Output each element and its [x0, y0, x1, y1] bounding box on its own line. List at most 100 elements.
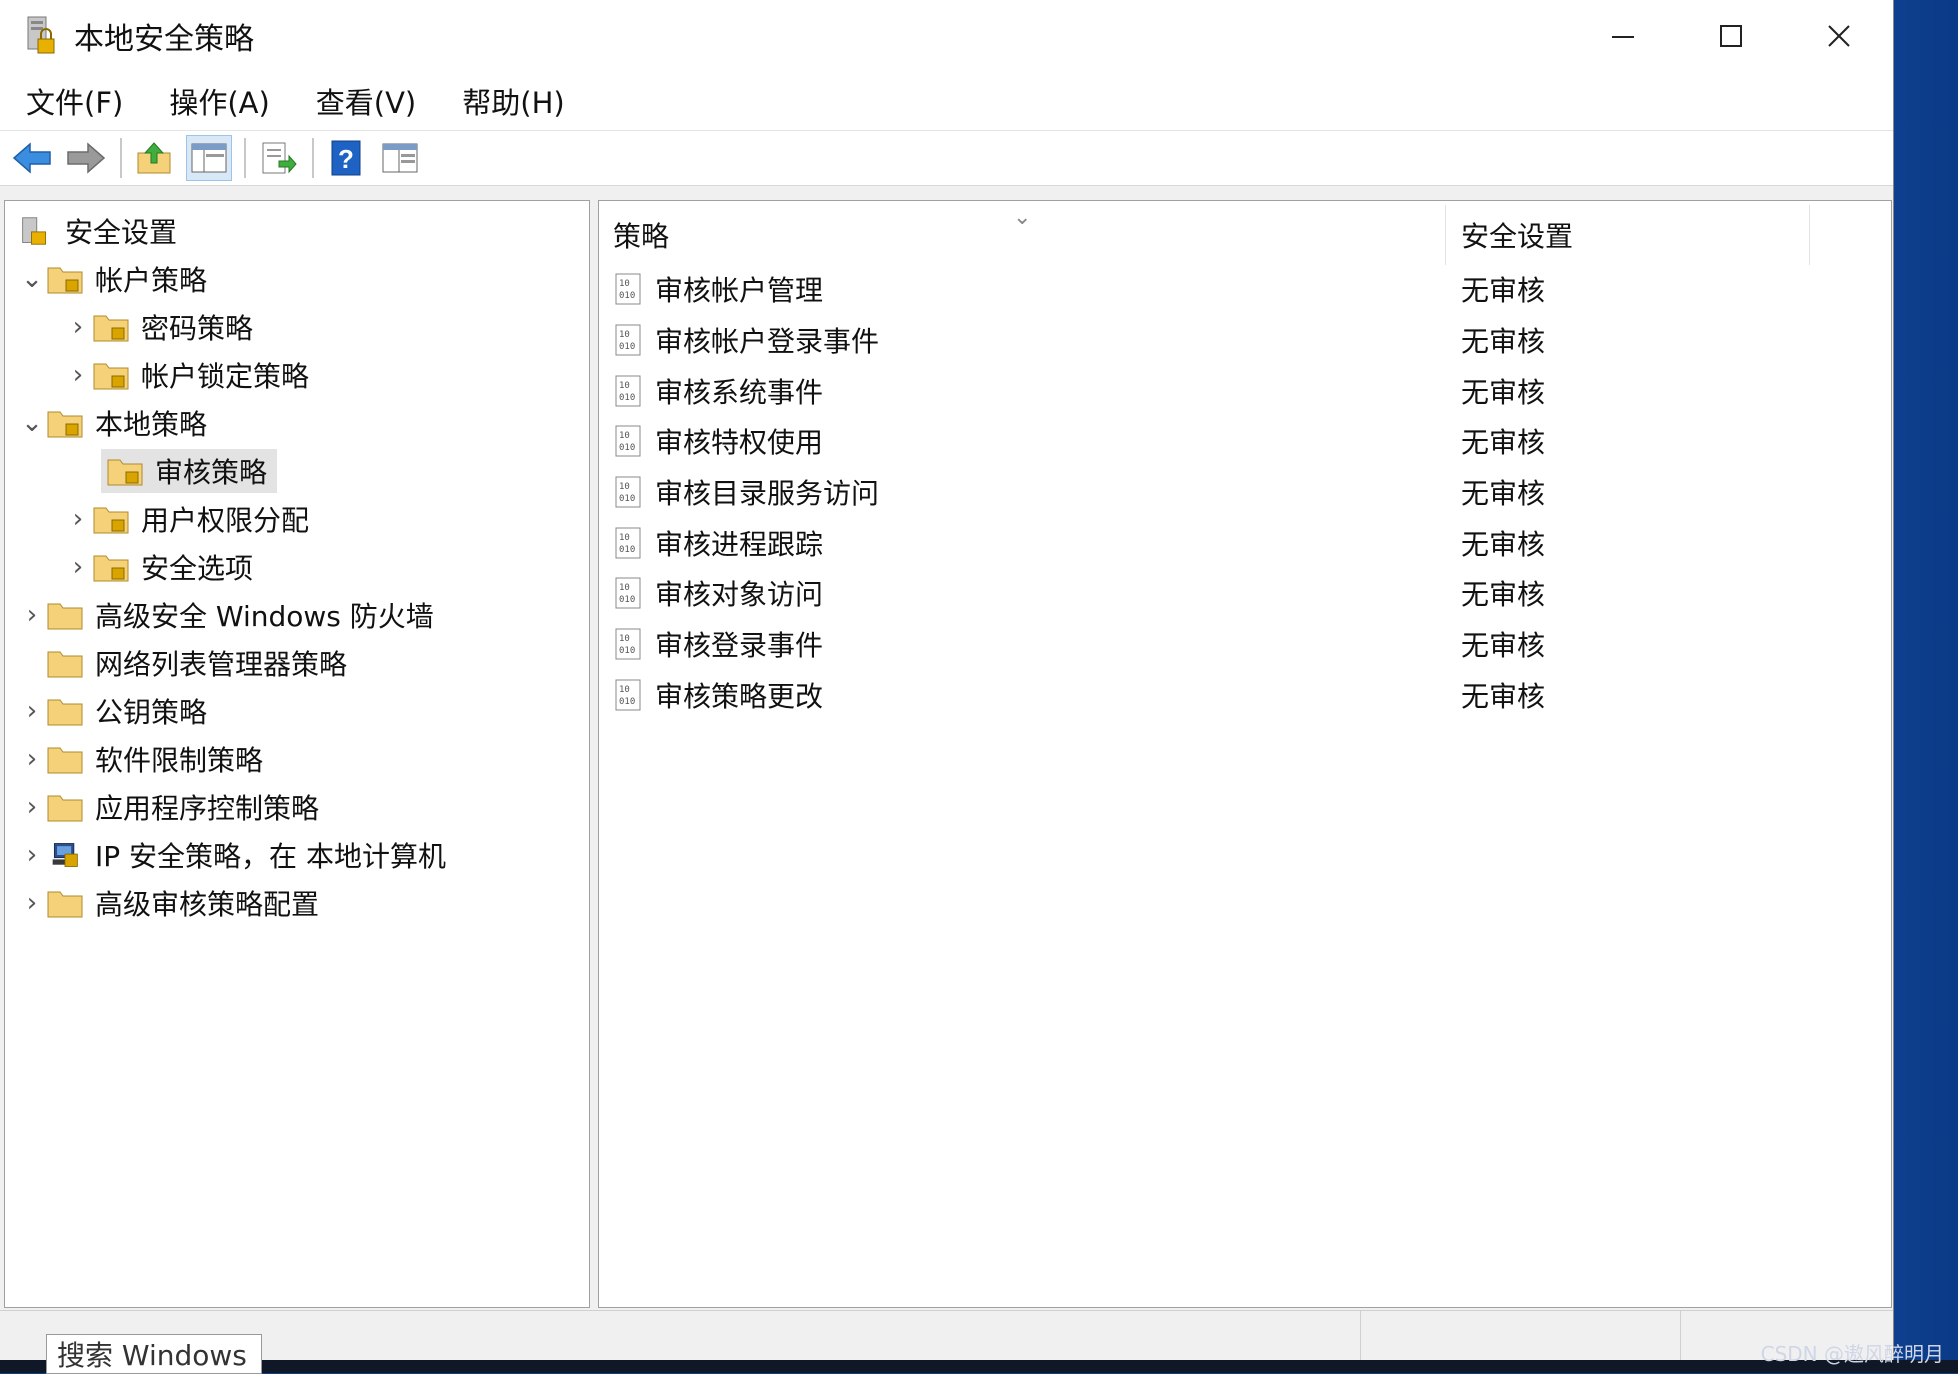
policy-icon: 10 010 — [615, 628, 641, 660]
window-title: 本地安全策略 — [74, 22, 254, 57]
up-level-button[interactable] — [132, 136, 176, 180]
policy-setting: 无审核 — [1461, 376, 1546, 409]
status-divider — [1360, 1311, 1361, 1361]
show-hide-console-tree-button[interactable] — [186, 135, 232, 181]
chevron-right-icon[interactable]: › — [63, 545, 93, 589]
policy-setting: 无审核 — [1461, 528, 1546, 561]
minimize-icon — [1612, 36, 1634, 38]
list-item[interactable]: 10 010 审核帐户管理 无审核 — [613, 265, 1873, 313]
tree-item-application-control[interactable]: › 应用程序控制策略 — [17, 785, 319, 829]
chevron-right-icon[interactable]: › — [17, 785, 47, 829]
list-item[interactable]: 10 010 审核策略更改 无审核 — [613, 671, 1873, 719]
policy-setting: 无审核 — [1461, 325, 1546, 358]
locked-folder-icon — [93, 315, 129, 342]
maximize-icon — [1720, 25, 1742, 47]
help-icon: ? — [331, 140, 361, 176]
details-list-pane[interactable]: ⌄ 策略 安全设置 10 010 审核帐户管理 无审核 10 010 审核帐户登… — [598, 200, 1892, 1308]
export-list-button[interactable] — [256, 136, 300, 180]
column-divider[interactable] — [1445, 205, 1446, 265]
list-item[interactable]: 10 010 审核登录事件 无审核 — [613, 620, 1873, 668]
chevron-right-icon[interactable]: › — [17, 737, 47, 781]
tree-item-network-list-manager[interactable]: 网络列表管理器策略 — [47, 641, 347, 685]
chevron-right-icon[interactable]: › — [63, 353, 93, 397]
list-item[interactable]: 10 010 审核进程跟踪 无审核 — [613, 519, 1873, 567]
watermark: CSDN @遨风醉明月 — [1760, 1342, 1944, 1366]
minimize-button[interactable] — [1569, 0, 1677, 72]
column-header-security-setting[interactable]: 安全设置 — [1461, 209, 1573, 261]
up-folder-icon — [137, 142, 171, 174]
console-tree-pane[interactable]: 安全设置 ⌄ 帐户策略 › 密码策略 › 帐户锁定策略 ⌄ 本地策略 审核策略 … — [4, 200, 590, 1308]
tree-item-account-policies[interactable]: ⌄ 帐户策略 — [17, 257, 207, 301]
tree-item-label: 安全选项 — [141, 552, 254, 585]
menu-help[interactable]: 帮助(H) — [442, 80, 584, 122]
taskbar-search-box[interactable]: 搜索 Windows — [46, 1334, 262, 1374]
locked-folder-icon — [47, 411, 83, 438]
policy-icon: 10 010 — [615, 527, 641, 559]
list-item[interactable]: 10 010 审核特权使用 无审核 — [613, 417, 1873, 465]
chevron-right-icon[interactable]: › — [63, 497, 93, 541]
chevron-right-icon[interactable]: › — [17, 833, 47, 877]
policy-icon: 10 010 — [615, 375, 641, 407]
tree-item-password-policy[interactable]: › 密码策略 — [63, 305, 253, 349]
menu-view[interactable]: 查看(V) — [296, 80, 436, 122]
title-bar[interactable]: 本地安全策略 — [0, 0, 1893, 72]
column-divider[interactable] — [1809, 205, 1810, 265]
show-hide-tree-icon — [191, 143, 227, 173]
tree-item-label: 安全设置 — [65, 216, 178, 249]
list-item[interactable]: 10 010 审核目录服务访问 无审核 — [613, 468, 1873, 516]
sort-chevron-icon: ⌄ — [1013, 205, 1032, 230]
tree-item-advanced-audit-policy[interactable]: › 高级审核策略配置 — [17, 881, 319, 925]
column-header-policy[interactable]: 策略 — [613, 209, 669, 261]
menu-file[interactable]: 文件(F) — [6, 80, 143, 122]
tree-item-account-lockout-policy[interactable]: › 帐户锁定策略 — [63, 353, 309, 397]
svg-text:010: 010 — [619, 393, 635, 403]
policy-icon: 10 010 — [615, 577, 641, 609]
tree-item-local-policies[interactable]: ⌄ 本地策略 — [17, 401, 207, 445]
maximize-button[interactable] — [1677, 0, 1785, 72]
help-button[interactable]: ? — [324, 136, 368, 180]
list-item[interactable]: 10 010 审核对象访问 无审核 — [613, 569, 1873, 617]
chevron-right-icon[interactable]: › — [17, 881, 47, 925]
tree-item-ip-security[interactable]: › IP 安全策略，在 本地计算机 — [17, 833, 446, 877]
svg-text:010: 010 — [619, 291, 635, 301]
toolbar-separator — [312, 138, 314, 178]
menu-action[interactable]: 操作(A) — [149, 80, 289, 122]
tree-item-software-restriction[interactable]: › 软件限制策略 — [17, 737, 263, 781]
tree-item-windows-firewall[interactable]: › 高级安全 Windows 防火墙 — [17, 593, 434, 637]
chevron-right-icon[interactable]: › — [17, 689, 47, 733]
policy-name: 审核帐户管理 — [655, 274, 824, 307]
back-button[interactable] — [10, 136, 54, 180]
svg-text:10: 10 — [619, 685, 630, 695]
local-security-policy-window: 本地安全策略 文件(F) 操作(A) 查看(V) 帮助(H) ? 安全设置 ⌄ … — [0, 0, 1894, 1361]
chevron-right-icon[interactable]: › — [17, 593, 47, 637]
tree-item-audit-policy[interactable]: 审核策略 — [101, 449, 278, 493]
policy-name: 审核帐户登录事件 — [655, 325, 880, 358]
tree-item-label: 公钥策略 — [95, 696, 208, 729]
list-item[interactable]: 10 010 审核帐户登录事件 无审核 — [613, 316, 1873, 364]
properties-button[interactable] — [378, 136, 422, 180]
tree-item-user-rights-assignment[interactable]: › 用户权限分配 — [63, 497, 309, 541]
tree-item-security-settings[interactable]: 安全设置 — [17, 209, 177, 253]
policy-setting: 无审核 — [1461, 680, 1546, 713]
list-item[interactable]: 10 010 审核系统事件 无审核 — [613, 367, 1873, 415]
forward-button[interactable] — [64, 136, 108, 180]
policy-icon: 10 010 — [615, 679, 641, 711]
tree-item-label: 软件限制策略 — [95, 744, 264, 777]
tree-item-label: 帐户锁定策略 — [141, 360, 310, 393]
chevron-down-icon[interactable]: ⌄ — [17, 257, 47, 301]
policy-icon: 10 010 — [615, 324, 641, 356]
folder-icon — [47, 603, 83, 630]
tree-item-label: 用户权限分配 — [141, 504, 310, 537]
tree-item-security-options[interactable]: › 安全选项 — [63, 545, 253, 589]
chevron-right-icon[interactable]: › — [63, 305, 93, 349]
locked-folder-icon — [47, 267, 83, 294]
status-bar — [0, 1310, 1893, 1361]
locked-folder-icon — [107, 459, 143, 486]
menu-bar: 文件(F) 操作(A) 查看(V) 帮助(H) — [0, 72, 1893, 131]
chevron-down-icon[interactable]: ⌄ — [17, 401, 47, 445]
policy-icon: 10 010 — [615, 273, 641, 305]
svg-text:10: 10 — [619, 583, 630, 593]
tree-item-public-key-policies[interactable]: › 公钥策略 — [17, 689, 207, 733]
policy-name: 审核进程跟踪 — [655, 528, 824, 561]
close-button[interactable] — [1785, 0, 1893, 72]
